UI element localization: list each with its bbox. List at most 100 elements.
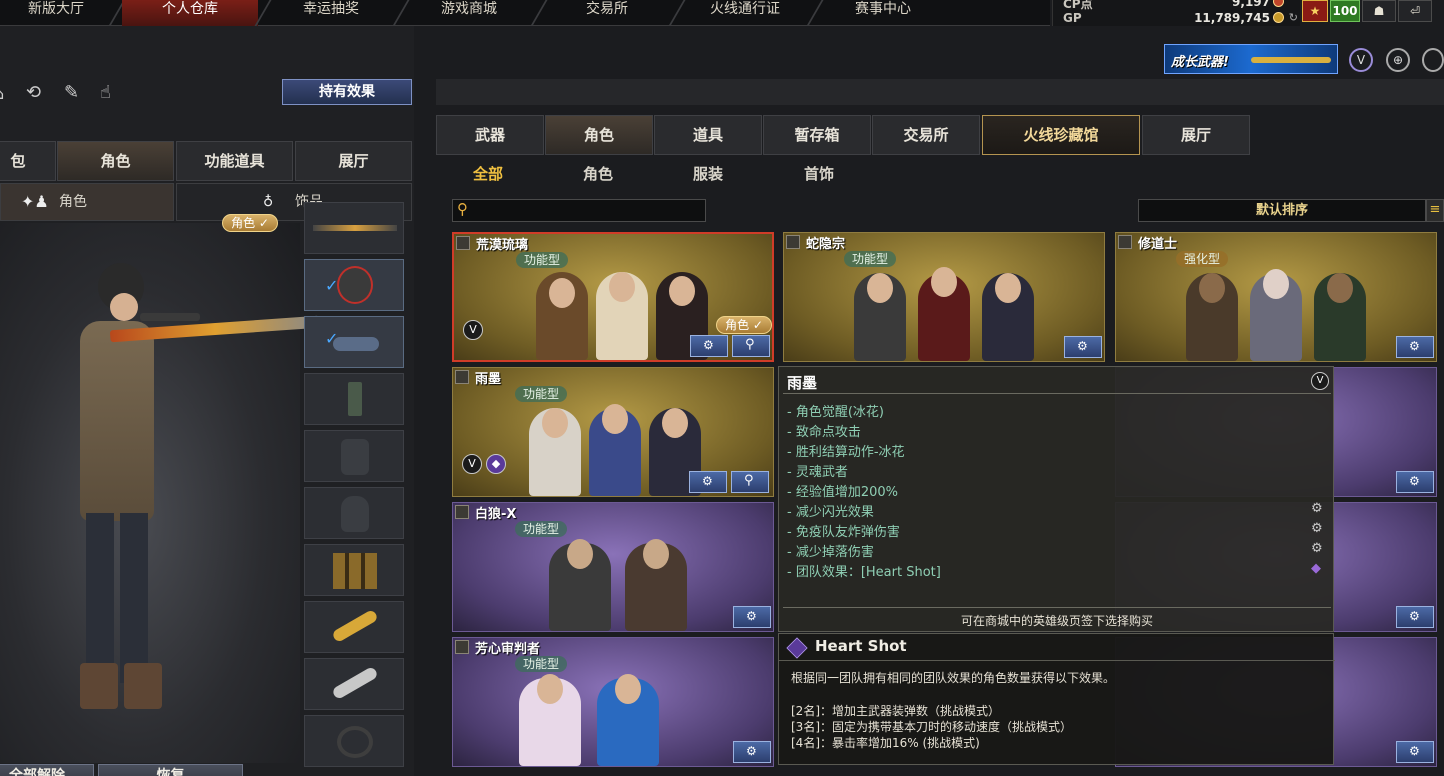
exit-icon[interactable]: ⏎	[1398, 0, 1432, 22]
rotate-icon[interactable]: ⟲	[26, 82, 41, 103]
subtab-character[interactable]: ✦♟ 角色	[0, 183, 174, 221]
slot-vest[interactable]	[304, 430, 404, 482]
slot-grenade[interactable]	[304, 658, 404, 710]
refresh-icon[interactable]: ↻	[1289, 11, 1298, 24]
melee-icon	[331, 608, 379, 644]
tooltip-item-victory-pose: - 胜利结算动作-冰花	[787, 445, 905, 460]
settings-button[interactable]: ⚙	[733, 606, 771, 628]
character-preview[interactable]: 角色 ✓	[0, 214, 321, 763]
character-tooltip: 雨墨 V - 角色觉醒(冰花) - 致命点攻击 - 胜利结算动作-冰花 - 灵魂…	[778, 366, 1334, 632]
rank-icon[interactable]: ★	[1302, 0, 1328, 22]
figure-head	[609, 272, 635, 302]
radio-icon	[348, 382, 362, 416]
search-input[interactable]	[479, 201, 703, 220]
vest-icon	[341, 439, 369, 475]
tab-exchange[interactable]: 交易所	[872, 115, 980, 155]
settings-button[interactable]: ⚙	[1064, 336, 1102, 358]
tab-bag[interactable]: 包	[0, 141, 56, 181]
nav-tab-personal-storage[interactable]: 个人仓库	[122, 0, 258, 26]
effect-button[interactable]: 持有效果	[282, 79, 412, 105]
pose-icon[interactable]: ✎	[64, 82, 79, 103]
tooltip2-line-2: [2名]：增加主武器装弹数（挑战模式）	[791, 704, 1000, 718]
slot-ammo-pouch[interactable]	[304, 544, 404, 596]
tooltip-item-flash-reduce: - 减少闪光效果	[787, 505, 874, 520]
figure-head	[931, 267, 957, 297]
card-name: 雨墨	[475, 372, 502, 387]
settings-button[interactable]: ⚙	[733, 741, 771, 763]
hand-icon[interactable]: ☝	[100, 82, 111, 103]
card-character-5[interactable]: 白狼-X 功能型 ⚙	[452, 502, 774, 632]
gp-label: GP	[1063, 11, 1082, 25]
tab-showroom[interactable]: 展厅	[1142, 115, 1250, 155]
tab-characters[interactable]: 角色	[545, 115, 653, 155]
tab-storage[interactable]: 暂存箱	[763, 115, 871, 155]
subtab-character-label: 角色	[59, 194, 87, 210]
divider	[779, 660, 1335, 661]
settings-button[interactable]: ⚙	[1396, 741, 1434, 763]
card-character-4[interactable]: 雨墨 功能型 V ◆ ⚙ ⚲	[452, 367, 774, 497]
slot-primary-weapon[interactable]	[304, 202, 404, 254]
slot-helmet[interactable]: ✓	[304, 259, 404, 311]
slot-melee[interactable]	[304, 601, 404, 653]
slot-accessory[interactable]	[304, 715, 404, 767]
settings-button[interactable]: ⚙	[1396, 606, 1434, 628]
filter-jewelry[interactable]: 首饰	[804, 163, 834, 184]
gear-icon: ⚙	[702, 474, 713, 488]
home-icon[interactable]: ⌂	[0, 84, 4, 103]
role-badge: 角色 ✓	[716, 316, 772, 334]
card-type-badge: 功能型	[515, 386, 568, 402]
tooltip-item-team-effect: - 团队效果：[Heart Shot]	[787, 565, 941, 580]
figure-head	[537, 674, 563, 704]
nav-tab-new-lobby[interactable]: 新版大厅	[0, 0, 112, 26]
star-icon[interactable]	[455, 505, 469, 519]
nav-tab-event-center[interactable]: 赛事中心	[818, 0, 948, 26]
slot-radio[interactable]	[304, 373, 404, 425]
avatar-icon[interactable]: ☗	[1362, 0, 1396, 22]
menu-icon[interactable]: ≡	[1426, 199, 1444, 222]
settings-button[interactable]: ⚙	[690, 335, 728, 357]
filter-outfit[interactable]: 服装	[693, 163, 723, 184]
slot-armor[interactable]	[304, 487, 404, 539]
cp-coin-icon	[1273, 0, 1284, 7]
sort-dropdown[interactable]: 默认排序	[1138, 199, 1426, 222]
tab-items[interactable]: 道具	[654, 115, 762, 155]
card-character-2[interactable]: 蛇隐宗 功能型 ⚙	[783, 232, 1105, 362]
tooltip2-line-4: [4名]：暴击率增加16% (挑战模式)	[791, 736, 980, 750]
tab-functional-items[interactable]: 功能道具	[176, 141, 293, 181]
settings-button[interactable]: ⚙	[689, 471, 727, 493]
character-role-badge: 角色 ✓	[222, 214, 278, 232]
inspect-button[interactable]: ⚲	[731, 471, 769, 493]
nav-tab-battle-pass[interactable]: 火线通行证	[680, 0, 810, 26]
tooltip-item-exp-bonus: - 经验值增加200%	[787, 485, 898, 500]
star-icon[interactable]	[455, 640, 469, 654]
nav-tab-lucky-draw[interactable]: 幸运抽奖	[266, 0, 396, 26]
tooltip2-description: 根据同一团队拥有相同的团队效果的角色数量获得以下效果。	[791, 671, 1116, 685]
card-type-badge: 功能型	[515, 656, 568, 672]
unequip-all-button[interactable]: 全部解除	[0, 764, 94, 776]
star-icon[interactable]	[786, 235, 800, 249]
nav-tab-game-shop[interactable]: 游戏商城	[404, 0, 534, 26]
gear-icon: ⚙	[1409, 474, 1420, 488]
card-character-6[interactable]: 芳心审判者 功能型 ⚙	[452, 637, 774, 767]
search-box[interactable]: ⚲	[452, 199, 706, 222]
star-icon[interactable]	[1118, 235, 1132, 249]
nav-tab-exchange[interactable]: 交易所	[542, 0, 672, 26]
settings-button[interactable]: ⚙	[1396, 336, 1434, 358]
card-type-badge: 功能型	[516, 252, 569, 268]
settings-button[interactable]: ⚙	[1396, 471, 1434, 493]
slot-glasses[interactable]: ✓	[304, 316, 404, 368]
gear-icon: ⚙	[1409, 339, 1420, 353]
tab-weapons[interactable]: 武器	[436, 115, 544, 155]
card-character-1[interactable]: 荒漠琉璃 功能型 V 角色 ✓ ⚙ ⚲	[452, 232, 774, 362]
star-icon[interactable]	[456, 236, 470, 250]
restore-button[interactable]: 恢复	[98, 764, 243, 776]
inspect-button[interactable]: ⚲	[732, 335, 770, 357]
tab-collection-hall[interactable]: 火线珍藏馆	[982, 115, 1140, 155]
tab-showroom[interactable]: 展厅	[295, 141, 412, 181]
star-icon[interactable]	[455, 370, 469, 384]
tooltip-title: 雨墨	[787, 374, 818, 392]
filter-character[interactable]: 角色	[583, 163, 613, 184]
filter-all[interactable]: 全部	[473, 163, 503, 184]
tab-character[interactable]: 角色	[57, 141, 174, 181]
card-character-3[interactable]: 修道士 强化型 ⚙	[1115, 232, 1437, 362]
